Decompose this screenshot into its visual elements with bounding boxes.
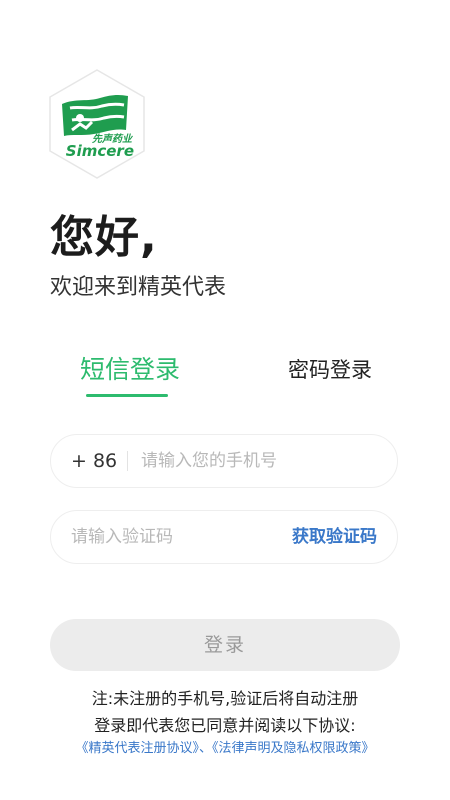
prefix-divider <box>127 451 128 471</box>
link-separator: 、 <box>198 741 212 756</box>
agreement-note: 登录即代表您已同意并阅读以下协议: <box>94 716 356 735</box>
code-field: 获取验证码 <box>50 510 398 564</box>
welcome-subtitle: 欢迎来到精英代表 <box>50 275 227 300</box>
phone-input[interactable] <box>141 435 381 487</box>
register-note: 注:未注册的手机号,验证后将自动注册 <box>91 689 359 708</box>
tab-sms-login[interactable]: 短信登录 <box>80 350 180 390</box>
logo-hexagon-icon: 先声药业 Simcere <box>49 69 145 179</box>
simcere-logo: 先声药业 Simcere <box>48 68 146 180</box>
tab-password-login[interactable]: 密码登录 <box>288 350 372 390</box>
phone-field: + 86 <box>50 434 398 488</box>
get-code-button[interactable]: 获取验证码 <box>292 511 377 563</box>
greeting-title: 您好, <box>50 212 158 263</box>
verification-code-input[interactable] <box>71 511 271 563</box>
register-agreement-link[interactable]: 《精英代表注册协议》 <box>75 741 199 756</box>
privacy-policy-link[interactable]: 《法律声明及隐私权限政策》 <box>212 741 375 756</box>
login-page: 先声药业 Simcere 您好, 欢迎来到精英代表 短信登录 密码登录 + 86… <box>0 0 450 800</box>
login-button[interactable]: 登录 <box>50 619 400 671</box>
country-code-prefix[interactable]: + 86 <box>71 435 117 487</box>
logo-en-text: Simcere <box>66 142 134 160</box>
agreement-links: 《精英代表注册协议》、《法律声明及隐私权限政策》 <box>0 738 450 760</box>
active-tab-indicator <box>86 394 168 397</box>
